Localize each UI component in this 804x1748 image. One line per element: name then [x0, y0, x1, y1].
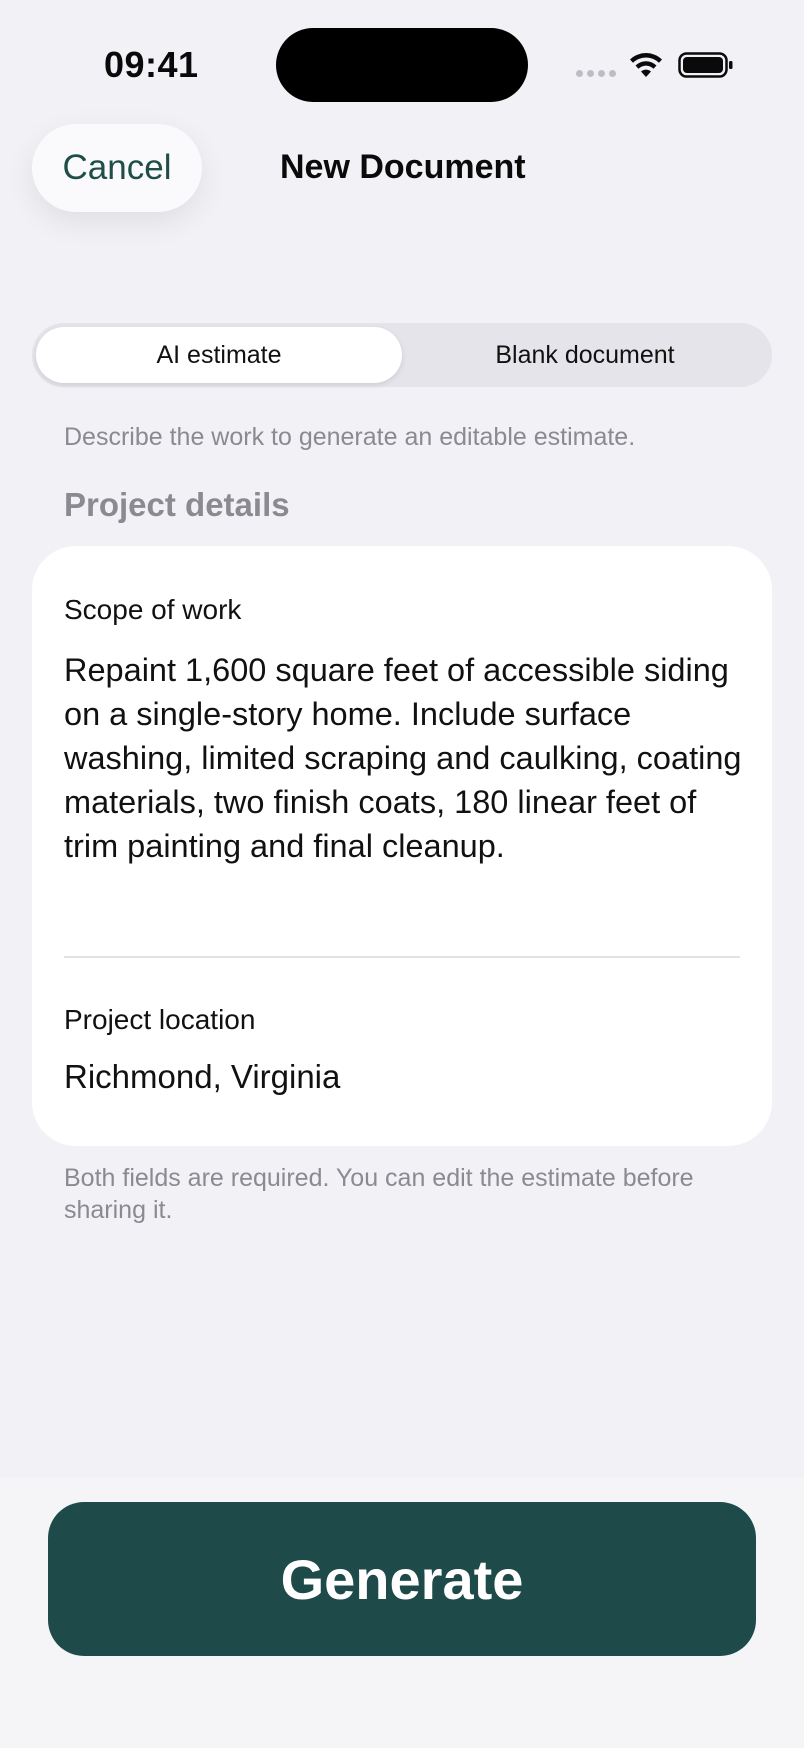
- project-location-label: Project location: [64, 1004, 256, 1035]
- new-document-screen: 09:41 Cancel New Document AI estimate Bl…: [0, 0, 804, 1748]
- cancel-button[interactable]: Cancel: [32, 124, 202, 212]
- battery-icon: [678, 52, 733, 78]
- document-type-segmented-control: AI estimate Blank document: [32, 323, 772, 387]
- status-time: 09:41: [104, 44, 199, 85]
- project-location-input[interactable]: Richmond, Virginia: [64, 1058, 340, 1096]
- field-divider: [64, 956, 740, 958]
- scope-of-work-label: Scope of work: [64, 594, 242, 625]
- segment-ai-estimate[interactable]: AI estimate: [36, 327, 402, 383]
- project-details-card: Scope of work Repaint 1,600 square feet …: [32, 546, 772, 1146]
- helper-text: Describe the work to generate an editabl…: [64, 423, 636, 451]
- signal-icon: [576, 70, 616, 77]
- section-label-project-details: Project details: [64, 486, 290, 523]
- segment-blank-document[interactable]: Blank document: [402, 327, 768, 383]
- page-title: New Document: [280, 148, 526, 186]
- required-fields-note: Both fields are required. You can edit t…: [64, 1164, 694, 1224]
- scope-of-work-input[interactable]: Repaint 1,600 square feet of accessible …: [64, 648, 754, 868]
- wifi-icon: [630, 53, 662, 77]
- generate-button[interactable]: Generate: [48, 1502, 756, 1656]
- dynamic-island: [276, 28, 528, 102]
